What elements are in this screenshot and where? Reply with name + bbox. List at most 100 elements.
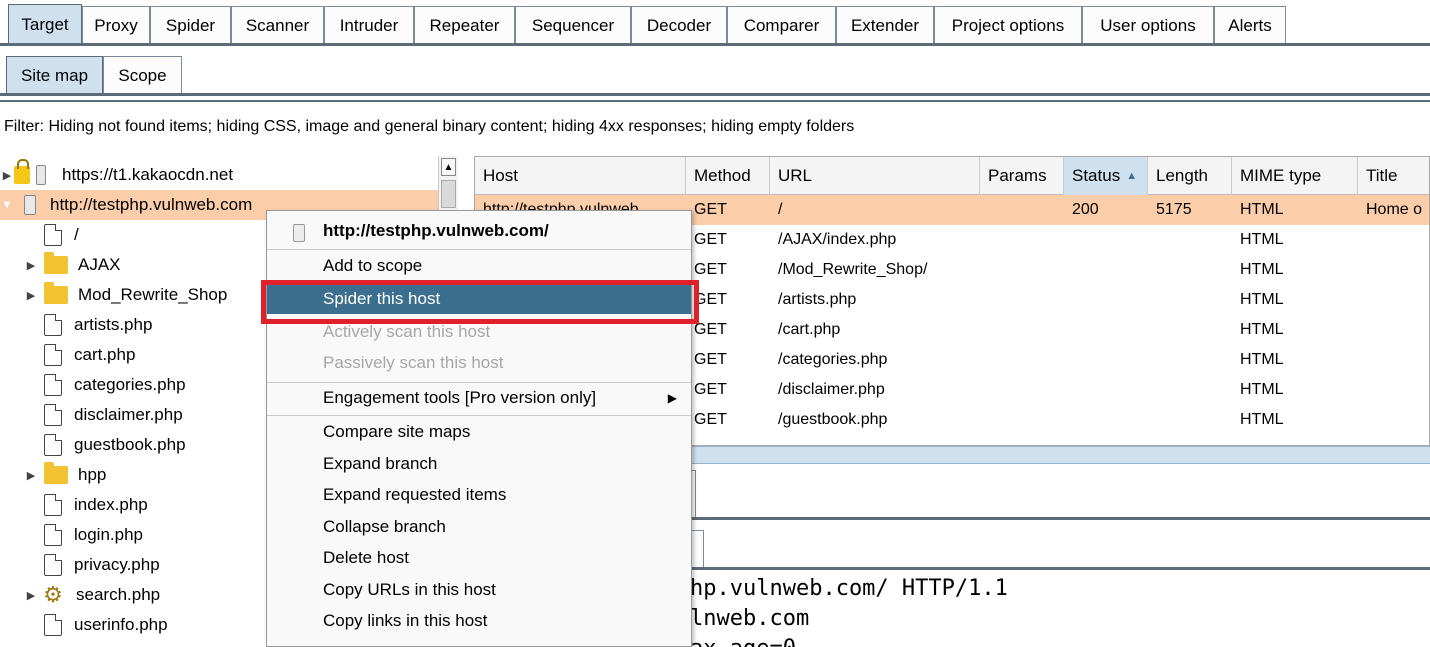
- column-title[interactable]: Title: [1358, 157, 1429, 195]
- menu-item-copy-links[interactable]: Copy links in this host: [267, 606, 691, 636]
- menu-header-label: http://testphp.vulnweb.com/: [323, 221, 549, 240]
- tree-host-row[interactable]: ▶ https://t1.kakaocdn.net: [0, 159, 440, 190]
- column-host[interactable]: Host: [475, 157, 686, 195]
- column-mime-type[interactable]: MIME type: [1232, 157, 1358, 195]
- tree-item-label: artists.php: [74, 315, 153, 334]
- tab-proxy[interactable]: Proxy: [82, 6, 150, 44]
- tab-site-map[interactable]: Site map: [6, 56, 103, 94]
- expand-arrow-icon[interactable]: ▶: [0, 168, 14, 182]
- cell-method: GET: [694, 201, 727, 218]
- tab-target[interactable]: Target: [8, 4, 82, 44]
- menu-item-engagement-tools[interactable]: Engagement tools [Pro version only] ▶: [267, 383, 691, 413]
- request-line: lnweb.com: [690, 606, 810, 631]
- cell-mime: HTML: [1240, 411, 1284, 428]
- tab-repeater[interactable]: Repeater: [414, 6, 515, 44]
- column-method[interactable]: Method: [686, 157, 770, 195]
- expand-arrow-icon[interactable]: ▶: [24, 288, 38, 302]
- cell-method: GET: [694, 411, 727, 428]
- menu-item-passively-scan: Passively scan this host: [323, 353, 504, 372]
- expand-arrow-icon[interactable]: ▶: [24, 258, 38, 272]
- cell-mime: HTML: [1240, 231, 1284, 248]
- scroll-up-icon[interactable]: ▲: [441, 158, 456, 176]
- folder-icon: [44, 252, 68, 274]
- column-length[interactable]: Length: [1148, 157, 1232, 195]
- menu-item-copy-urls[interactable]: Copy URLs in this host: [267, 575, 691, 605]
- tree-item-label: disclaimer.php: [74, 405, 183, 424]
- cell-length: 5175: [1156, 201, 1192, 218]
- tab-extender[interactable]: Extender: [836, 6, 934, 44]
- tree-item-label: privacy.php: [74, 555, 160, 574]
- tree-host-label: https://t1.kakaocdn.net: [62, 165, 234, 184]
- cell-url: /cart.php: [778, 321, 841, 338]
- filter-bar[interactable]: Filter: Hiding not found items; hiding C…: [0, 100, 1430, 152]
- cell-method: GET: [694, 231, 727, 248]
- tab-user-options[interactable]: User options: [1082, 6, 1214, 44]
- cell-mime: HTML: [1240, 201, 1284, 218]
- context-menu: http://testphp.vulnweb.com/ Add to scope…: [266, 210, 692, 647]
- menu-header: http://testphp.vulnweb.com/: [267, 216, 691, 246]
- cell-url: /AJAX/index.php: [778, 231, 897, 248]
- request-text[interactable]: hp.vulnweb.com/ HTTP/1.1 lnweb.com ax-age=…: [690, 574, 1008, 647]
- sub-tab-bar: Site map Scope: [0, 52, 1430, 96]
- tab-bar-divider: [0, 43, 1430, 46]
- host-icon: [293, 224, 305, 242]
- file-icon: [44, 404, 62, 426]
- file-icon: [44, 374, 62, 396]
- cell-url: /disclaimer.php: [778, 381, 885, 398]
- cell-mime: HTML: [1240, 381, 1284, 398]
- file-icon: [44, 344, 62, 366]
- column-params[interactable]: Params: [980, 157, 1064, 195]
- tree-item-label: index.php: [74, 495, 148, 514]
- file-icon: [44, 554, 62, 576]
- column-status[interactable]: Status ▲: [1064, 157, 1148, 195]
- lock-icon: [14, 159, 30, 184]
- menu-item-expand-branch[interactable]: Expand branch: [267, 449, 691, 479]
- file-icon: [44, 434, 62, 456]
- tree-item-label: search.php: [76, 585, 161, 604]
- menu-item-save-selected[interactable]: Save selected items: [267, 638, 691, 646]
- tab-scope[interactable]: Scope: [103, 56, 182, 94]
- scroll-thumb[interactable]: [441, 180, 456, 208]
- tab-alerts[interactable]: Alerts: [1214, 6, 1286, 44]
- cell-url: /artists.php: [778, 291, 857, 308]
- menu-separator: [267, 249, 691, 250]
- tab-comparer[interactable]: Comparer: [727, 6, 836, 44]
- collapse-arrow-icon[interactable]: ▼: [0, 198, 14, 212]
- menu-separator: [267, 415, 691, 416]
- menu-item-expand-requested[interactable]: Expand requested items: [267, 480, 691, 510]
- cell-url: /guestbook.php: [778, 411, 888, 428]
- file-icon: [44, 524, 62, 546]
- tab-sequencer[interactable]: Sequencer: [515, 6, 631, 44]
- tree-item-label: guestbook.php: [74, 435, 186, 454]
- host-icon: [36, 165, 46, 185]
- tree-item-label: cart.php: [74, 345, 136, 364]
- gear-icon: ⚙: [43, 582, 63, 607]
- file-icon: [44, 614, 62, 636]
- menu-item-add-to-scope[interactable]: Add to scope: [267, 251, 691, 281]
- tree-item-label: Mod_Rewrite_Shop: [78, 285, 228, 304]
- column-status-label: Status: [1072, 166, 1121, 185]
- menu-item-delete-host[interactable]: Delete host: [267, 543, 691, 573]
- cell-url: /categories.php: [778, 351, 888, 368]
- tree-item-label: hpp: [78, 465, 107, 484]
- cell-title: Home o: [1366, 201, 1423, 218]
- expand-arrow-icon[interactable]: ▶: [24, 468, 38, 482]
- sort-ascending-icon: ▲: [1126, 170, 1138, 182]
- column-url[interactable]: URL: [770, 157, 980, 195]
- cell-mime: HTML: [1240, 351, 1284, 368]
- menu-item-collapse-branch[interactable]: Collapse branch: [267, 512, 691, 542]
- cell-mime: HTML: [1240, 261, 1284, 278]
- tab-project-options[interactable]: Project options: [934, 6, 1082, 44]
- folder-icon: [44, 282, 68, 304]
- tab-decoder[interactable]: Decoder: [631, 6, 727, 44]
- tree-host-label: http://testphp.vulnweb.com: [50, 195, 253, 214]
- request-line: hp.vulnweb.com/ HTTP/1.1: [690, 576, 1008, 601]
- folder-icon: [44, 462, 68, 484]
- annotation-highlight-box: [261, 280, 699, 324]
- menu-item-compare-site-maps[interactable]: Compare site maps: [267, 417, 691, 447]
- tab-intruder[interactable]: Intruder: [324, 6, 414, 44]
- expand-arrow-icon[interactable]: ▶: [24, 588, 38, 602]
- tab-scanner[interactable]: Scanner: [231, 6, 324, 44]
- tab-spider[interactable]: Spider: [150, 6, 231, 44]
- tree-item-label: /: [74, 225, 79, 244]
